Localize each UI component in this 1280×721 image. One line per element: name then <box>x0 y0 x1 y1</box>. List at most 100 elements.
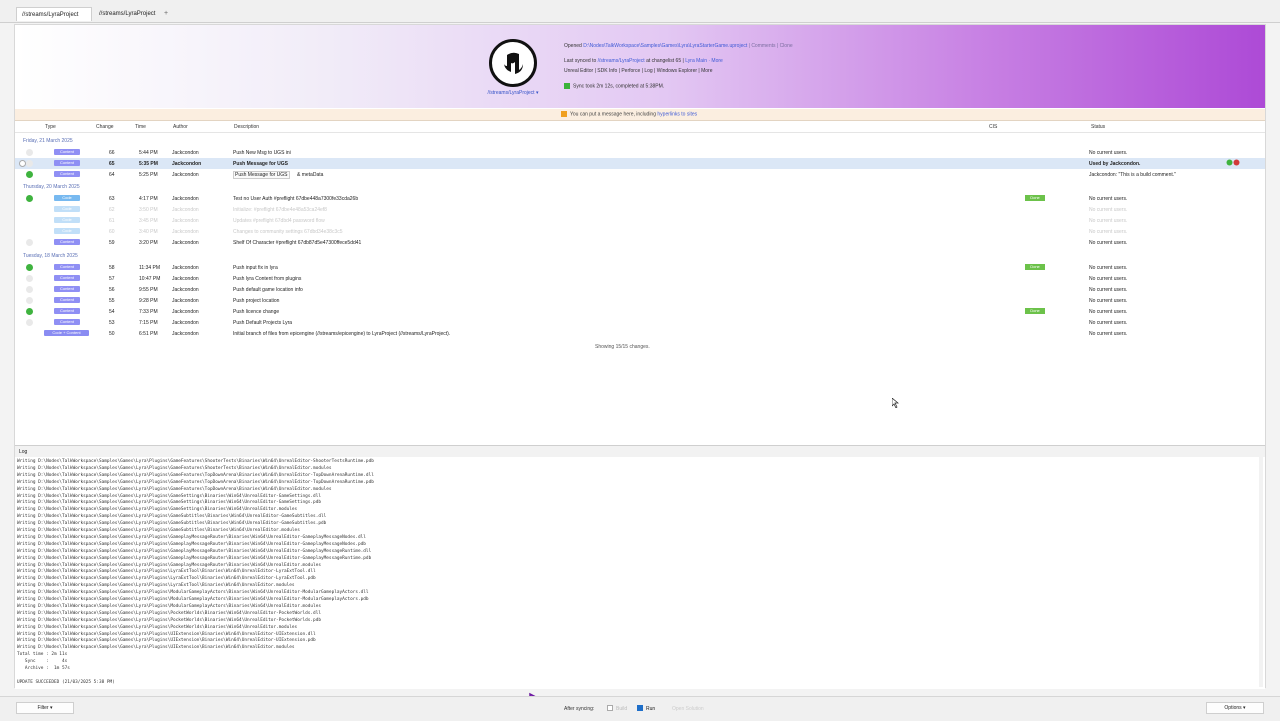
change-number: 58 <box>109 265 115 271</box>
changelist-row[interactable]: Code 62 3:50 PM Jackcondon Initialize: #… <box>15 204 1265 215</box>
changelist-row[interactable]: Content 66 5:44 PM Jackcondon Push New M… <box>15 147 1265 158</box>
log-line: Writing D:\Nodes\TalkWorkspace\Samples\G… <box>17 507 298 513</box>
change-time: 3:20 PM <box>139 240 158 246</box>
sync-status-icon <box>26 149 33 156</box>
changelist-row[interactable]: Code 63 4:17 PM Jackcondon Test no User … <box>15 193 1265 204</box>
col-status[interactable]: Status <box>1091 124 1105 130</box>
log-line: Writing D:\Nodes\TalkWorkspace\Samples\G… <box>17 521 327 527</box>
log-line: Sync : 4s <box>17 659 68 665</box>
changelist-row[interactable]: Code + Content 50 6:51 PM Jackcondon Ini… <box>15 328 1265 339</box>
type-badge: Code <box>54 217 80 223</box>
unreal-logo-icon <box>489 39 537 87</box>
type-badge: Content <box>54 264 80 270</box>
build-checkbox[interactable] <box>607 705 613 711</box>
change-time: 3:45 PM <box>139 218 158 224</box>
run-checkbox[interactable] <box>637 705 643 711</box>
type-badge: Code <box>54 228 80 234</box>
change-time: 9:28 PM <box>139 298 158 304</box>
change-description-extra: & metaData <box>297 172 324 178</box>
sync-status-icon <box>26 308 33 315</box>
log-line: Writing D:\Nodes\TalkWorkspace\Samples\G… <box>17 486 332 492</box>
sync-status-icon <box>26 286 33 293</box>
log-line: Writing D:\Nodes\TalkWorkspace\Samples\G… <box>17 624 298 630</box>
log-line: UPDATE SUCCEEDED (21/03/2025 5:38 PM) <box>17 679 115 685</box>
changelist-row[interactable]: Content 65 5:35 PM Jackcondon Push Messa… <box>15 158 1265 169</box>
change-time: 7:33 PM <box>139 309 158 315</box>
changelist-row[interactable]: Code 60 3:40 PM Jackcondon Changes to co… <box>15 226 1265 237</box>
opened-line: Opened D:\Nodes\TalkWorkspace\Samples\Ga… <box>564 43 793 49</box>
changelist-row[interactable]: Content 53 7:15 PM Jackcondon Push Defau… <box>15 317 1265 328</box>
synced-more-link[interactable]: Lyra Main · More <box>685 58 723 64</box>
change-description: Push project location <box>233 298 280 304</box>
changelist-row[interactable]: Content 58 11:34 PM Jackcondon Push inpu… <box>15 262 1265 273</box>
col-time[interactable]: Time <box>135 124 146 130</box>
changelist-row[interactable]: Content 57 10:47 PM Jackcondon Push lyra… <box>15 273 1265 284</box>
log-line: Writing D:\Nodes\TalkWorkspace\Samples\G… <box>17 576 316 582</box>
sync-status-icon <box>26 264 33 271</box>
change-status: No current users. <box>1089 287 1128 293</box>
col-type[interactable]: Type <box>45 124 56 130</box>
change-status: No current users. <box>1089 265 1128 271</box>
changelist-row[interactable]: Content 55 9:28 PM Jackcondon Push proje… <box>15 295 1265 306</box>
type-badge: Content <box>54 275 80 281</box>
type-badge: Code + Content <box>44 330 89 336</box>
run-label: Run <box>646 706 656 712</box>
change-author: Jackcondon <box>172 287 199 293</box>
change-status: No current users. <box>1089 298 1128 304</box>
tab-lyraproject-1[interactable]: //streams/LyraProject <box>16 7 92 32</box>
current-changelist-icon <box>19 160 26 167</box>
change-author: Jackcondon <box>172 150 199 156</box>
col-author[interactable]: Author <box>173 124 188 130</box>
log-line: Writing D:\Nodes\TalkWorkspace\Samples\G… <box>17 569 316 575</box>
changelist-row[interactable]: Content 59 3:20 PM Jackcondon Shelf Of C… <box>15 237 1265 248</box>
change-description: Changes to community settings 67dbd34e38… <box>233 229 343 235</box>
change-status: No current users. <box>1089 229 1128 235</box>
group-date: Tuesday, 18 March 2025 <box>23 253 78 259</box>
change-author: Jackcondon <box>172 331 199 337</box>
synced-stream-link[interactable]: //streams/LyraProject <box>598 58 645 64</box>
filter-dropdown[interactable]: Filter ▾ <box>16 702 74 714</box>
col-change[interactable]: Change <box>96 124 114 130</box>
stream-selector[interactable]: //streams/LyraProject ▾ <box>481 90 545 96</box>
log-line: Writing D:\Nodes\TalkWorkspace\Samples\G… <box>17 493 321 499</box>
col-cis[interactable]: CIS <box>989 124 997 130</box>
type-badge: Content <box>54 286 80 292</box>
bottom-bar: Filter ▾ After syncing: Build Run Open S… <box>0 696 1280 721</box>
log-line: Writing D:\Nodes\TalkWorkspace\Samples\G… <box>17 603 321 609</box>
change-description: Test no User Auth #preflight 67dbe448a73… <box>233 196 359 202</box>
log-title: Log <box>19 449 28 455</box>
changelist-row[interactable]: Code 61 3:45 PM Jackcondon Updates #pref… <box>15 215 1265 226</box>
after-syncing-label: After syncing: <box>564 706 595 712</box>
new-tab-button[interactable]: + <box>164 10 168 17</box>
log-line: Writing D:\Nodes\TalkWorkspace\Samples\G… <box>17 528 300 533</box>
changelist-row[interactable]: Content 54 7:33 PM Jackcondon Push licen… <box>15 306 1265 317</box>
changelist-row[interactable]: Content 64 5:25 PM Jackcondon Push Messa… <box>15 169 1265 180</box>
open-solution-label[interactable]: Open Solution <box>672 706 704 712</box>
change-description: Push Message for UGS <box>233 171 290 179</box>
change-description: Push New Msg to UGS ini <box>233 150 291 156</box>
change-time: 3:40 PM <box>139 229 158 235</box>
log-line: Writing D:\Nodes\TalkWorkspace\Samples\G… <box>17 459 374 464</box>
options-dropdown[interactable]: Options ▾ <box>1206 702 1264 714</box>
message-link[interactable]: hyperlinks to sites <box>657 111 697 117</box>
change-description: Initial branch of files from epicengine … <box>233 331 451 337</box>
tab-lyraproject-2[interactable]: //streams/LyraProject <box>94 7 160 21</box>
change-description: Updates #preflight 67dbd4 password flow <box>233 218 325 224</box>
log-line: Writing D:\Nodes\TalkWorkspace\Samples\G… <box>17 590 369 596</box>
change-author: Jackcondon <box>172 240 199 246</box>
tool-links[interactable]: Unreal Editor | SDK Info | Perforce | Lo… <box>564 68 713 74</box>
change-author: Jackcondon <box>172 320 199 326</box>
col-description[interactable]: Description <box>234 124 259 130</box>
change-number: 65 <box>109 161 115 167</box>
sync-status-icon <box>26 239 33 246</box>
log-scrollbar[interactable] <box>1259 457 1263 687</box>
cis-badge: Done <box>1025 264 1045 270</box>
change-author: Jackcondon <box>172 309 199 315</box>
log-line: Writing D:\Nodes\TalkWorkspace\Samples\G… <box>17 472 374 478</box>
project-path-link[interactable]: D:\Nodes\TalkWorkspace\Samples\Games\Lyr… <box>583 43 747 49</box>
change-description: Push licence change <box>233 309 280 315</box>
change-description: Push default game location info <box>233 287 303 293</box>
log-line: Writing D:\Nodes\TalkWorkspace\Samples\G… <box>17 548 372 554</box>
sync-status-icon <box>26 319 33 326</box>
changelist-row[interactable]: Content 56 9:55 PM Jackcondon Push defau… <box>15 284 1265 295</box>
